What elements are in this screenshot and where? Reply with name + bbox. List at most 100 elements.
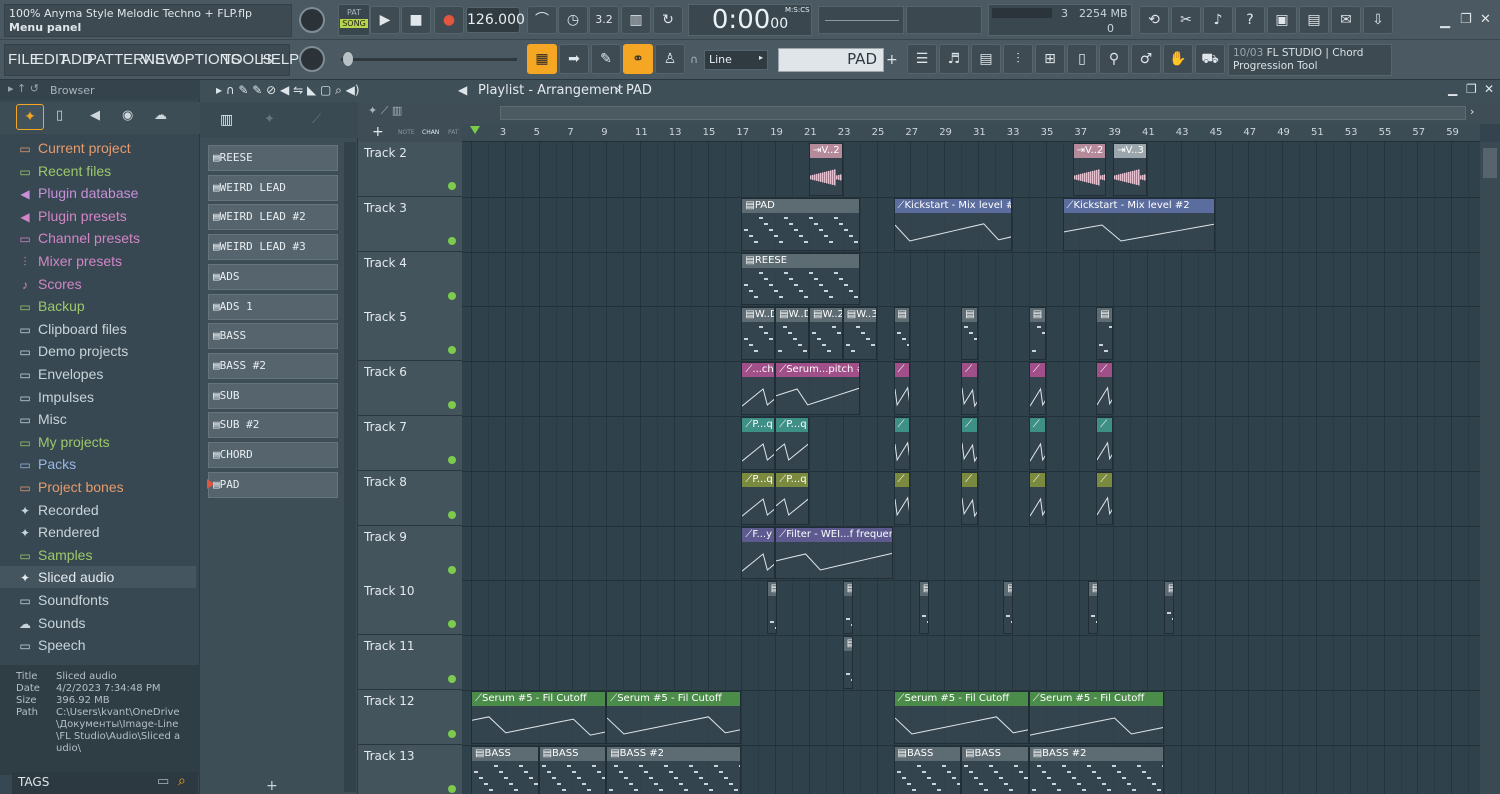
pattern-item[interactable]: ▤PAD [207, 471, 338, 498]
browser-item-impulses[interactable]: ▭ Impulses [18, 387, 94, 407]
clip[interactable]: ⟋Filter - WEI...f frequency [775, 526, 894, 580]
clip[interactable]: ⟋...ch [741, 362, 776, 415]
project-info-icon[interactable]: ▯ [1067, 44, 1097, 74]
clip[interactable]: ▤W..D [741, 307, 776, 361]
scroll-right-icon[interactable]: › [1470, 105, 1474, 118]
project-tab-icon[interactable]: ▯ [56, 108, 63, 123]
clip[interactable]: ⟋P...q [775, 417, 809, 470]
browser-item-sounds[interactable]: ☁ Sounds [18, 613, 85, 633]
save-icon[interactable]: ▣ [1267, 6, 1297, 34]
track-mute-led[interactable] [448, 346, 456, 355]
playlist-icon[interactable]: ▦ [527, 44, 557, 74]
add-track-plus-icon[interactable]: + [372, 124, 384, 140]
track-mute-led[interactable] [448, 456, 456, 464]
globe-tab-icon[interactable]: ◉ [122, 108, 133, 123]
browser-item-misc[interactable]: ▭ Misc [18, 409, 66, 429]
track-header[interactable]: Track 6 [358, 361, 462, 417]
menu-help[interactable]: HELP [260, 51, 299, 68]
track-mute-led[interactable] [448, 784, 456, 793]
clip[interactable]: ⟋F...y [741, 526, 776, 580]
close-icon[interactable]: ✕ [1480, 12, 1491, 27]
clip[interactable]: ▤ [918, 581, 929, 635]
browser-item-current-project[interactable]: ▭ Current project [18, 138, 130, 158]
pattern-item[interactable]: ▤CHORD [208, 442, 338, 468]
picker-automation-icon[interactable]: ⟋ [312, 112, 321, 127]
browser-item-my-projects[interactable]: ▭ My projects [18, 432, 109, 452]
pattern-item[interactable]: ▤BASS [208, 323, 338, 350]
clip[interactable]: ▤BASS [471, 745, 539, 794]
clip[interactable]: ▤ [842, 636, 853, 689]
track-header[interactable]: Track 9 [358, 525, 462, 581]
pattern-selector[interactable]: PAD [778, 48, 884, 72]
main-slider[interactable] [341, 58, 517, 61]
master-volume-knob[interactable] [299, 7, 325, 33]
tags-label[interactable]: TAGS [18, 775, 49, 789]
touch-keyboard-icon[interactable]: ✋ [1163, 44, 1193, 74]
overview-strip[interactable]: ✦ ⟋ ▥ › [358, 102, 1500, 124]
browser-item-recent-files[interactable]: ▭ Recent files [18, 161, 111, 181]
wait-for-input-icon[interactable]: ◷ [558, 6, 588, 34]
track-mute-led[interactable] [448, 182, 456, 190]
clip[interactable]: ⟋Serum...pitch #3 [775, 362, 860, 415]
playlist-tools-icons[interactable]: ▸ ∩ ✎ ✎ ⊘ ◀ ⇋ ◣ ▢ ⌕ ◀) [216, 83, 360, 98]
clip[interactable]: ⟋ [1028, 362, 1046, 415]
pattern-item[interactable]: ▤WEIRD LEAD #2 [208, 204, 338, 231]
piano-roll-icon[interactable]: ♬ [939, 44, 969, 74]
browser-item-samples[interactable]: ▭ Samples [18, 545, 92, 565]
clip[interactable]: ▤BASS #2 [1028, 745, 1164, 794]
tempo-tapper-icon[interactable]: ♂ [1131, 44, 1161, 74]
render-icon[interactable]: ▤ [1299, 6, 1329, 34]
pattern-item[interactable]: ▤REESE [208, 145, 338, 171]
picker-tab-chan[interactable]: CHAN [422, 129, 439, 136]
browser-item-backup[interactable]: ▭ Backup [18, 296, 84, 316]
speaker-icon[interactable]: ◀ [458, 83, 467, 97]
track-mute-led[interactable] [448, 730, 456, 738]
picker-tab-note[interactable]: NOTE [398, 129, 415, 136]
clip[interactable]: ⟋Serum #5 - Fil Cutoff [893, 691, 1029, 744]
cloud-tab-icon[interactable]: ☁ [154, 108, 167, 123]
browser-item-speech[interactable]: ▭ Speech [18, 635, 85, 655]
search-icon[interactable]: ⌕ [178, 773, 186, 789]
playlist-close-icon[interactable]: ✕ [1484, 82, 1494, 96]
pattern-item[interactable]: ▤WEIRD LEAD #3 [208, 234, 338, 261]
browser-item-channel-presets[interactable]: ▭ Channel presets [18, 228, 140, 248]
add-pattern-button[interactable]: + [886, 52, 898, 68]
browser-item-envelopes[interactable]: ▭ Envelopes [18, 364, 103, 384]
browser-item-mixer-presets[interactable]: ⫶ Mixer presets [18, 251, 122, 271]
browser-item-clipboard-files[interactable]: ▭ Clipboard files [18, 319, 126, 339]
track-header[interactable]: Track 3 [358, 196, 462, 252]
clip[interactable]: ⟋ [1028, 471, 1046, 525]
track-mute-led[interactable] [448, 236, 456, 245]
clip[interactable]: ▤ [1096, 307, 1114, 361]
play-button[interactable]: ▶ [370, 6, 400, 34]
clip[interactable]: ▤BASS [893, 745, 962, 794]
track-header[interactable]: Track 8 [358, 470, 462, 526]
playlist-maximize-icon[interactable]: ❐ [1466, 82, 1477, 96]
track-header[interactable]: Track 7 [358, 416, 462, 471]
step-edit-icon[interactable]: ▥ [621, 6, 651, 34]
channel-rack-icon[interactable]: ▤ [971, 44, 1001, 74]
minimize-icon[interactable]: ▁ [1440, 14, 1450, 29]
playlist-minimize-icon[interactable]: ▁ [1448, 82, 1457, 96]
clip[interactable]: ⟋P...q [741, 417, 776, 470]
plugin-icon[interactable]: ⚲ [1099, 44, 1129, 74]
pat-song-toggle[interactable]: PAT SONG [338, 4, 370, 36]
browser-item-soundfonts[interactable]: ▭ Soundfonts [18, 590, 109, 610]
speaker-tab-icon[interactable]: ◀ [90, 108, 100, 123]
clip[interactable]: ⟋Kickstart - Mix level #2 [893, 197, 1012, 251]
track-header[interactable]: Track 10 [358, 580, 462, 636]
clip[interactable]: ⟋Serum #5 - Fil Cutoff [1028, 691, 1164, 744]
track-header[interactable]: Track 5 [358, 306, 462, 362]
clip[interactable]: ▤PAD [741, 197, 860, 251]
track-header[interactable]: Track 4 [358, 251, 462, 307]
clip[interactable]: ▤BASS [961, 745, 1029, 794]
stamp-icon[interactable]: ♙ [655, 44, 685, 74]
draw-icon[interactable]: ✎ [591, 44, 621, 74]
clip[interactable]: ⟋ [961, 362, 978, 415]
record-button[interactable]: ● [434, 6, 464, 34]
vertical-scroll-thumb[interactable] [1483, 148, 1497, 178]
add-track-button[interactable]: + [266, 778, 278, 794]
all-files-tab-icon[interactable]: ✦ [16, 104, 44, 130]
cut-icon[interactable]: ✂ [1171, 6, 1201, 34]
clip[interactable]: ▤ [842, 581, 853, 635]
